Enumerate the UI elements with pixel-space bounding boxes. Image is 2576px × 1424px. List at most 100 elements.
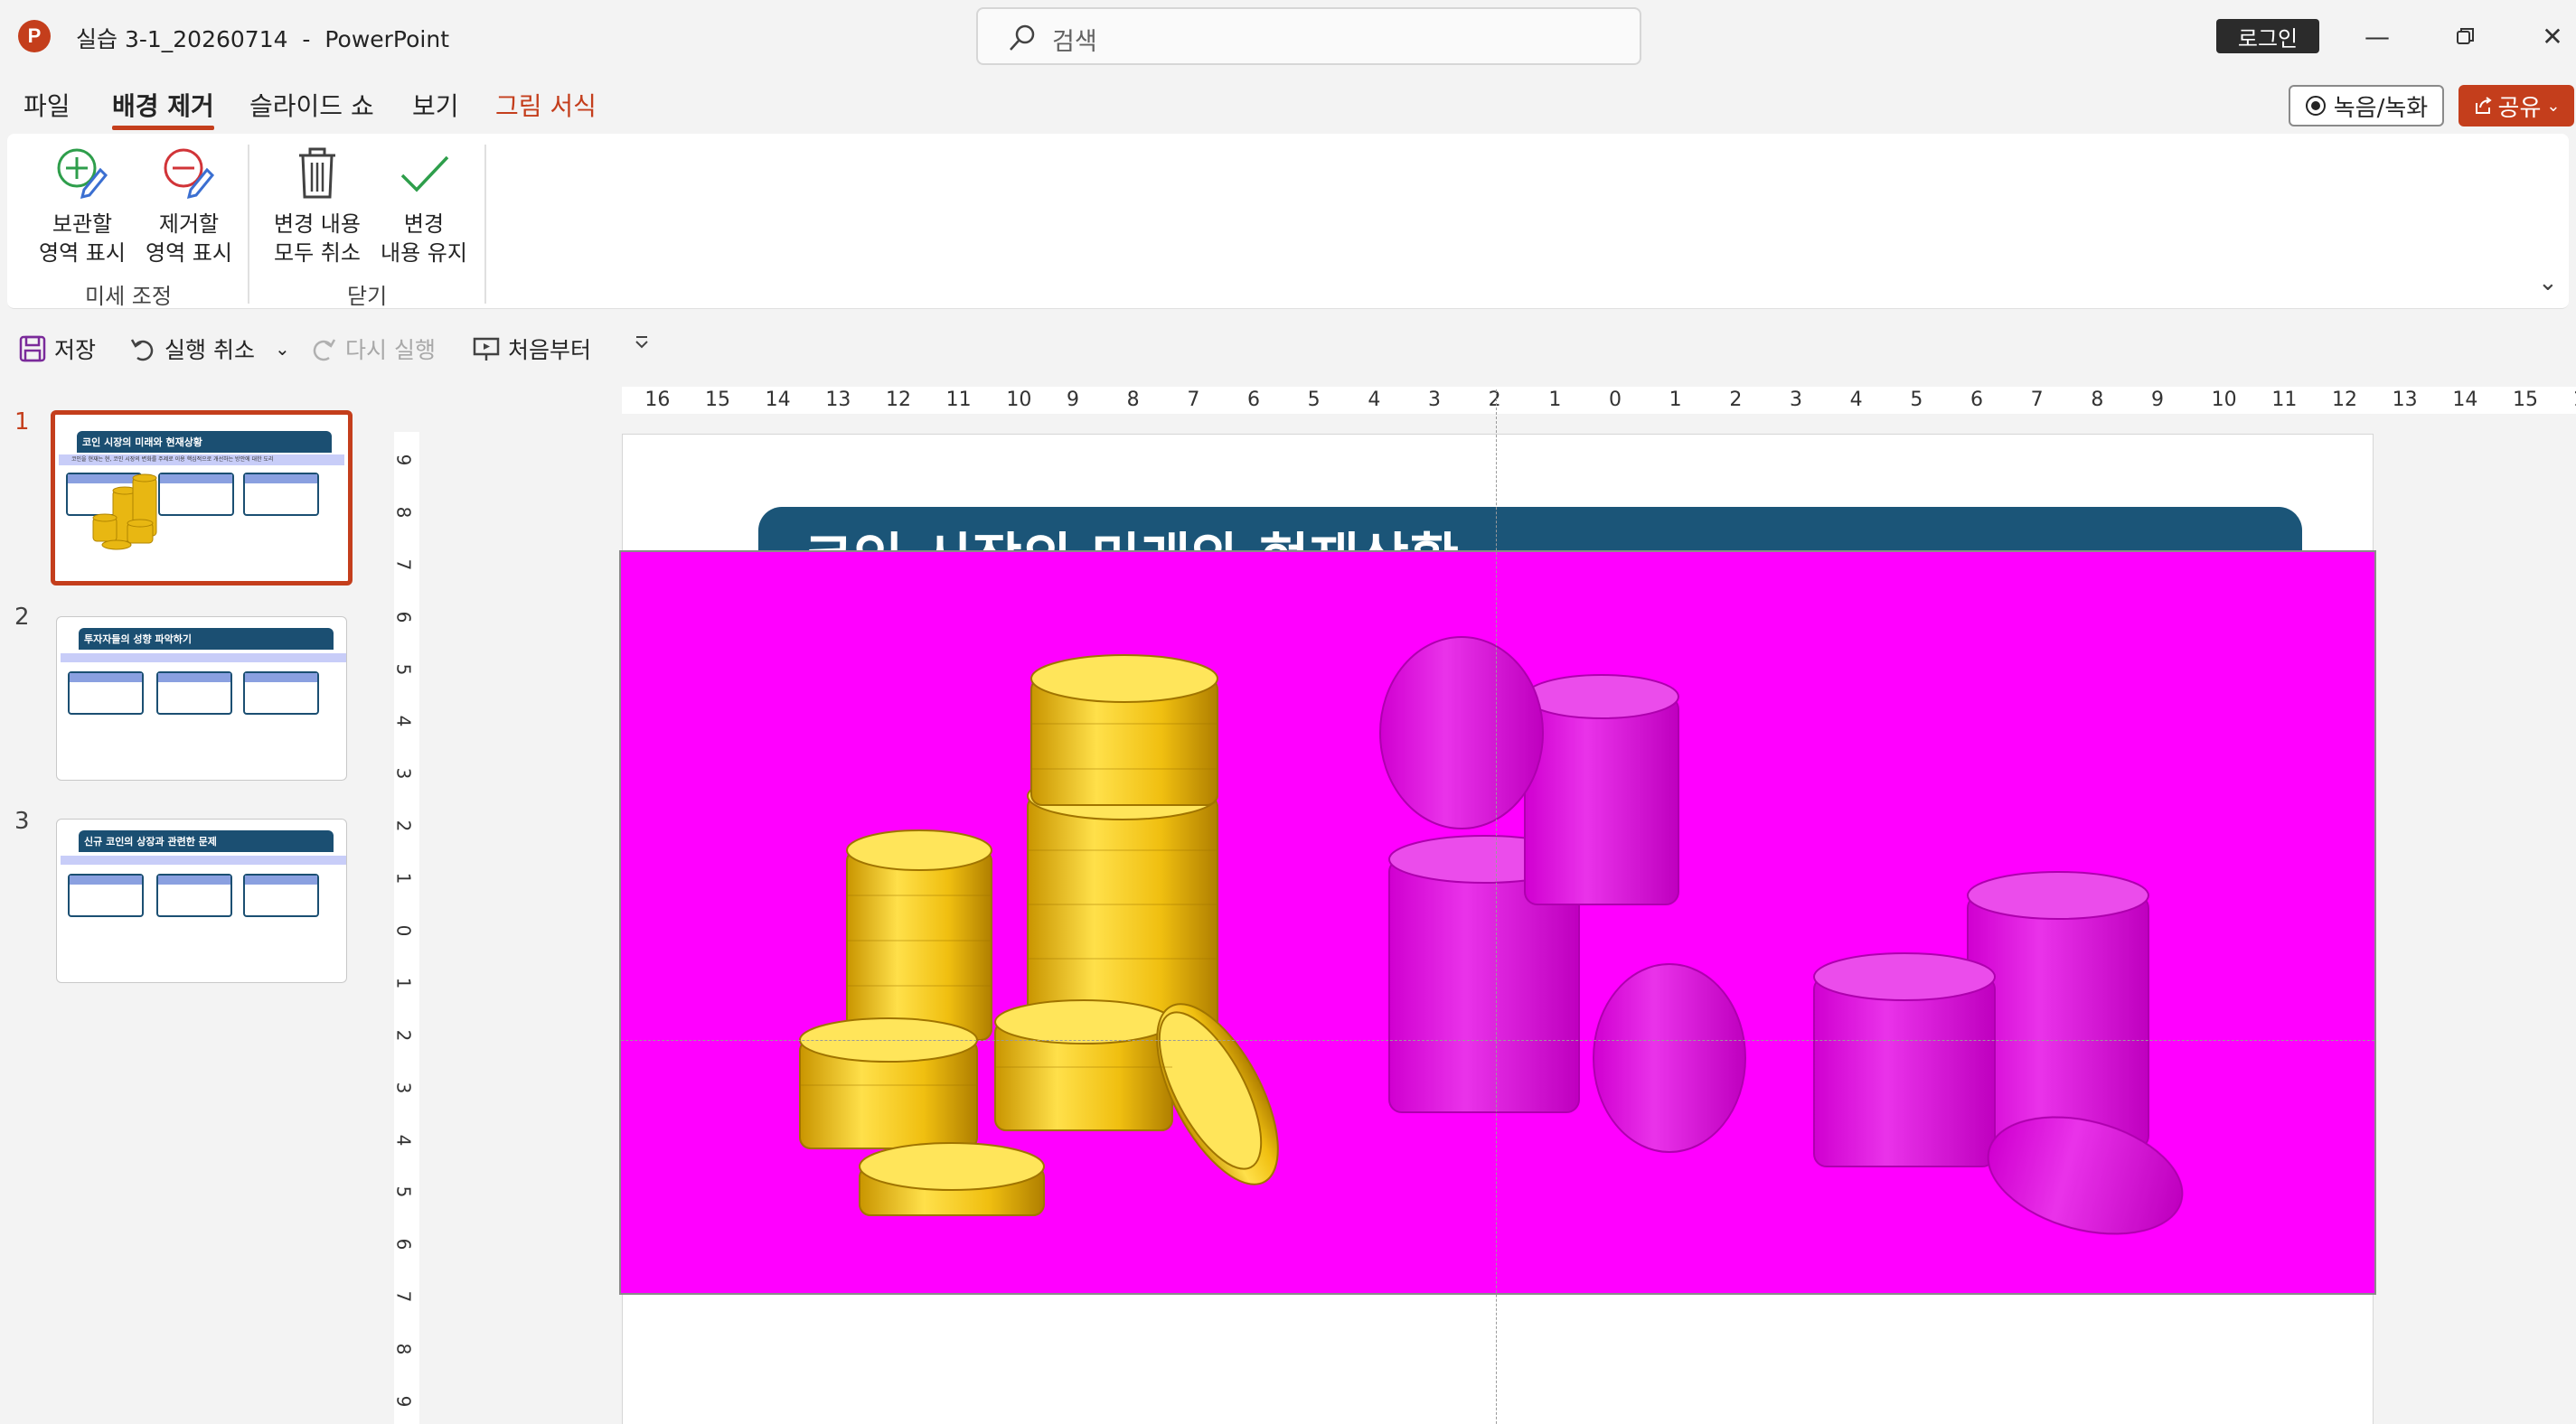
- save-button[interactable]: 저장: [18, 333, 96, 365]
- slideshow-icon: [473, 337, 500, 361]
- ruler-tick-label: 4: [1849, 389, 1863, 411]
- thumbnail-title: 투자자들의 성향 파악하기: [79, 628, 334, 650]
- group-divider: [248, 145, 249, 304]
- keep-changes-button[interactable]: 변경 내용 유지: [372, 145, 475, 267]
- record-button[interactable]: 녹음/녹화: [2289, 85, 2444, 126]
- ruler-tick-label: 3: [1428, 389, 1441, 411]
- ruler-tick-label: 1: [392, 977, 415, 989]
- redo-button: 다시 실행: [309, 333, 436, 365]
- ruler-tick-label: 15: [705, 389, 730, 411]
- mark-keep-label: 보관할 영역 표시: [39, 211, 126, 266]
- record-icon: [2305, 96, 2326, 116]
- tab-view[interactable]: 보기: [412, 87, 459, 123]
- slide-canvas[interactable]: 코인 시장의 미래와 현재상황: [619, 389, 2376, 1424]
- group-divider: [484, 145, 486, 304]
- ruler-tick-label: 13: [825, 389, 851, 411]
- ruler-tick-label: 5: [392, 1186, 415, 1198]
- ruler-tick-label: 0: [392, 924, 415, 937]
- tab-picture-format[interactable]: 그림 서식: [495, 87, 597, 123]
- ruler-tick-label: 7: [392, 1290, 415, 1303]
- slide-editing-area: 16 15 14 13 12 11 10 9 8 7 6 5 4 3 2 1 0 1 2 3 4 5 6 7 8 9 10 11 12 1…: [389, 383, 2576, 1424]
- start-from-beginning-button[interactable]: 처음부터: [472, 333, 591, 365]
- ruler-tick-label: 9: [392, 454, 415, 466]
- ruler-tick-label: 7: [2030, 389, 2044, 411]
- slide-thumbnail-pane: 1 코인 시장의 미래와 현재상황 코인을 현재는 현, 코인 시장의 변화를 …: [0, 383, 385, 1424]
- ruler-tick-label: 3: [1790, 389, 1802, 411]
- ribbon-tabs: 파일 배경 제거 슬라이드 쇼 보기 그림 서식: [0, 80, 1808, 130]
- ruler-tick-label: 12: [886, 389, 911, 411]
- ruler-tick-label: 9: [392, 1395, 415, 1408]
- ruler-tick-label: 8: [2091, 389, 2104, 411]
- mark-remove-label: 제거할 영역 표시: [146, 211, 232, 266]
- trash-icon: [299, 147, 335, 199]
- undo-icon: [130, 339, 154, 361]
- slide-number: 3: [14, 808, 30, 835]
- thumbnail-box: [243, 473, 319, 516]
- tab-slideshow[interactable]: 슬라이드 쇼: [249, 87, 374, 123]
- ruler-tick-label: 6: [1970, 389, 1983, 411]
- ruler-tick-label: 5: [1910, 389, 1923, 411]
- chevron-down-icon[interactable]: ⌄: [275, 338, 290, 360]
- slide-number: 2: [14, 604, 30, 631]
- mark-keep-icon: [57, 148, 108, 200]
- ruler-tick-label: 8: [1126, 389, 1140, 411]
- ruler-tick-label: 2: [1488, 389, 1501, 411]
- record-label: 녹음/녹화: [2333, 94, 2429, 122]
- group-label-fine-tune: 미세 조정: [85, 284, 172, 309]
- ruler-tick-label: 4: [392, 1134, 415, 1146]
- ruler-tick-label: 15: [2513, 389, 2538, 411]
- center-guide-horizontal: [621, 1040, 2374, 1041]
- document-title: 실습 3-1_20260714 - PowerPoint: [76, 26, 449, 52]
- ruler-tick-label: 9: [1067, 389, 1079, 411]
- search-icon: [1010, 24, 1035, 51]
- discard-all-label: 변경 내용 모두 취소: [274, 211, 361, 266]
- tab-file[interactable]: 파일: [24, 87, 71, 123]
- discard-all-button[interactable]: 변경 내용 모두 취소: [266, 145, 369, 267]
- restore-icon[interactable]: [2440, 16, 2491, 56]
- ruler-tick-label: 8: [392, 506, 415, 519]
- ruler-tick-label: 10: [1006, 389, 1032, 411]
- ruler-tick-label: 6: [392, 611, 415, 623]
- slide-thumbnail-2[interactable]: 투자자들의 성향 파악하기: [56, 616, 347, 781]
- redo-icon: [313, 339, 336, 361]
- ruler-tick-label: 13: [2392, 389, 2418, 411]
- slide-thumbnail-3[interactable]: 신규 코인의 상장과 관련한 문제: [56, 819, 347, 983]
- ribbon-expand-icon[interactable]: ⌄: [2538, 269, 2558, 296]
- ruler-tick-label: 5: [392, 663, 415, 675]
- ruler-tick-label: 5: [1307, 389, 1321, 411]
- ruler-tick-label: 3: [392, 767, 415, 780]
- mark-keep-button[interactable]: 보관할 영역 표시: [31, 145, 134, 267]
- mark-remove-button[interactable]: 제거할 영역 표시: [137, 145, 240, 267]
- powerpoint-logo-icon: P: [18, 20, 51, 52]
- ruler-tick-label: 1: [1669, 389, 1682, 411]
- thumbnail-box: [243, 671, 319, 715]
- horizontal-ruler: 16 15 14 13 12 11 10 9 8 7 6 5 4 3 2 1 0 1 2 3 4 5 6 7 8 9 10 11 12 1…: [622, 387, 2576, 414]
- coins-image-background-removal[interactable]: [619, 550, 2376, 1295]
- ruler-tick-label: 4: [1368, 389, 1381, 411]
- ruler-tick-label: 14: [765, 389, 791, 411]
- mark-remove-icon: [164, 148, 215, 200]
- undo-button[interactable]: 실행 취소 ⌄: [128, 333, 290, 365]
- checkmark-icon: [400, 155, 449, 192]
- search-placeholder: 검색: [1052, 28, 1097, 56]
- thumbnail-box: [68, 671, 144, 715]
- close-icon[interactable]: ✕: [2527, 16, 2576, 56]
- ruler-tick-label: 1: [1548, 389, 1562, 411]
- customize-toolbar-icon[interactable]: [633, 333, 651, 351]
- ruler-tick-label: 2: [392, 820, 415, 832]
- tab-remove-background[interactable]: 배경 제거: [112, 87, 214, 130]
- thumbnail-title: 신규 코인의 상장과 관련한 문제: [79, 830, 334, 852]
- ruler-tick-label: 11: [2271, 389, 2298, 411]
- save-label: 저장: [54, 337, 97, 363]
- ruler-tick-label: 14: [2452, 389, 2478, 411]
- minimize-icon[interactable]: —: [2352, 16, 2402, 56]
- search-input[interactable]: 검색: [976, 7, 1641, 65]
- share-button[interactable]: 공유 ⌄: [2458, 85, 2574, 126]
- ruler-tick-label: 0: [1609, 389, 1622, 411]
- redo-label: 다시 실행: [345, 337, 436, 363]
- ruler-tick-label: 10: [2211, 389, 2237, 411]
- coins-thumbnail-icon: [92, 473, 157, 550]
- login-button[interactable]: 로그인: [2216, 19, 2319, 53]
- slide-thumbnail-1[interactable]: 코인 시장의 미래와 현재상황 코인을 현재는 현, 코인 시장의 변화를 주제…: [51, 410, 353, 586]
- ruler-tick-label: 7: [392, 558, 415, 571]
